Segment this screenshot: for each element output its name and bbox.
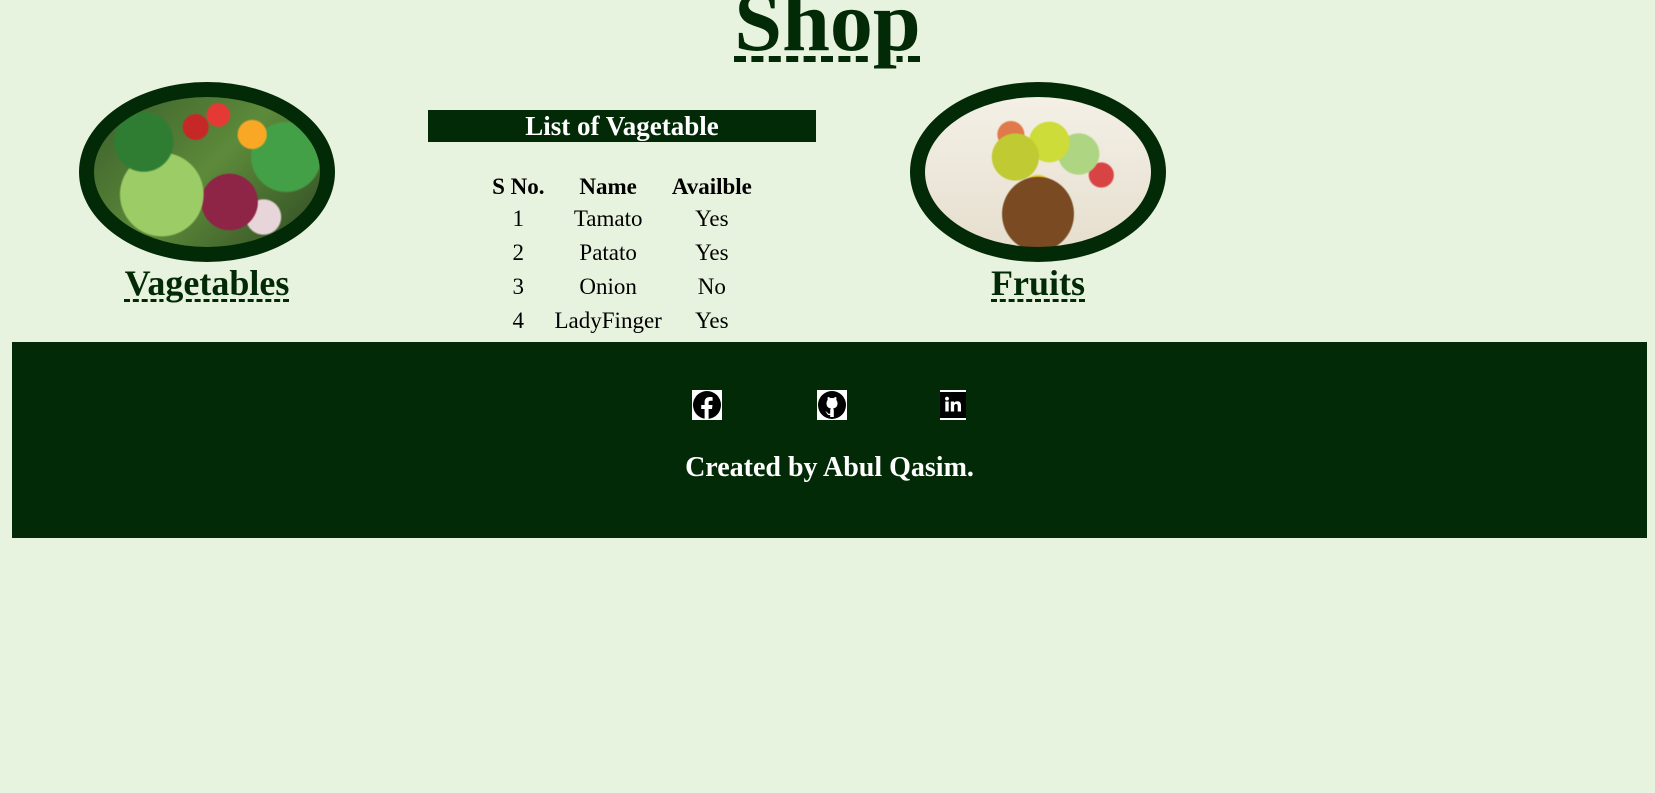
column-header-sno: S No. [492,174,545,199]
column-header-name: Name [579,174,637,199]
table-cell-available: Yes [695,240,729,265]
page-title-text: Shop [734,0,921,69]
github-icon[interactable] [817,390,847,420]
footer-credit: Created by Abul Qasim. [685,452,974,483]
table-cell-name: Onion [579,274,637,299]
vegetable-list-title: List of Vagetable [428,110,816,142]
table-cell-available: No [697,274,726,299]
table-row: 1 Tamato Yes [490,202,754,236]
vegetables-link[interactable]: Vagetables [79,265,335,301]
vegetable-table: S No. Name Availble 1 Tamato Yes 2 Patat… [484,172,760,338]
linkedin-icon[interactable] [940,390,970,420]
table-cell-name: Tamato [573,206,643,231]
table-cell-sno: 4 [512,308,525,333]
table-row: 4 LadyFinger Yes [490,304,754,338]
fruits-link[interactable]: Fruits [910,265,1166,301]
table-header-row: S No. Name Availble [490,172,754,202]
page: Shop Vagetables List of Vagetable S No. … [0,0,1655,793]
facebook-icon[interactable] [692,390,722,420]
fruits-image[interactable] [910,82,1166,262]
table-row: 3 Onion No [490,270,754,304]
table-cell-name: Patato [579,240,637,265]
page-title: Shop [0,0,1655,64]
vegetable-list-panel: List of Vagetable S No. Name Availble 1 … [428,110,816,338]
vegetables-image[interactable] [79,82,335,262]
table-cell-name: LadyFinger [554,308,662,333]
table-row: 2 Patato Yes [490,236,754,270]
table-cell-sno: 3 [512,274,525,299]
footer: Created by Abul Qasim. [12,342,1647,538]
table-cell-sno: 1 [512,206,525,231]
table-cell-available: Yes [695,308,729,333]
column-header-available: Availble [671,174,752,199]
table-cell-available: Yes [695,206,729,231]
table-cell-sno: 2 [512,240,525,265]
